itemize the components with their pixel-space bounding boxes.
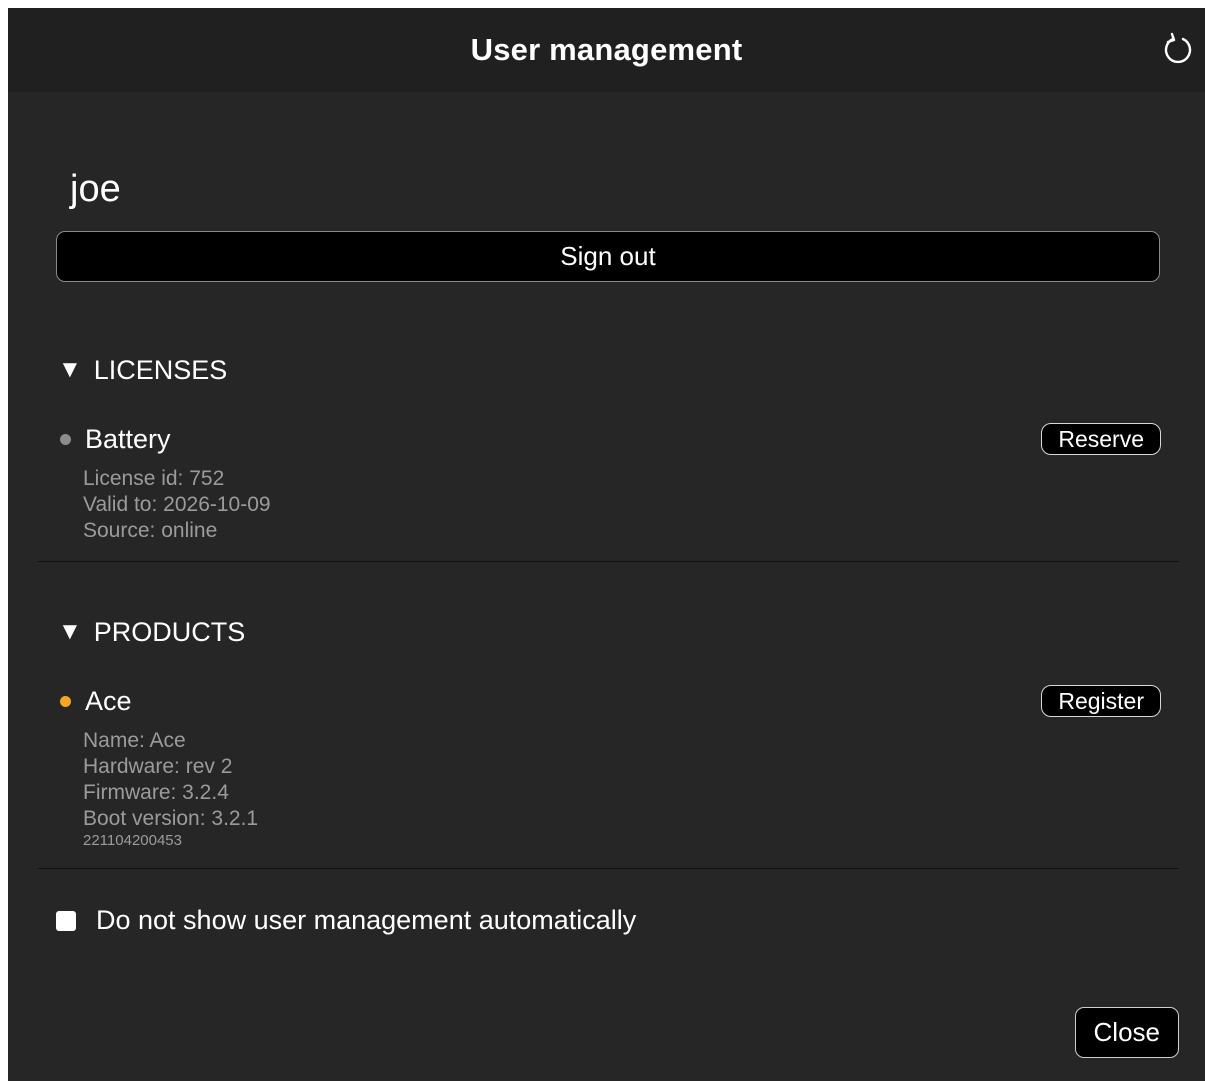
triangle-down-icon: ▼ — [58, 355, 82, 383]
licenses-section-header[interactable]: ▼ LICENSES — [58, 355, 227, 386]
products-section-title: PRODUCTS — [93, 617, 246, 647]
auto-show-checkbox[interactable] — [56, 910, 76, 931]
register-button[interactable]: Register — [1041, 685, 1161, 717]
username: joe — [70, 168, 121, 210]
licenses-section-title: LICENSES — [93, 355, 228, 385]
license-valid-to: Valid to: 2026-10-09 — [83, 493, 271, 516]
user-management-window: User management joe Sign out ▼ LICENSES … — [8, 8, 1205, 1081]
window-title: User management — [470, 32, 743, 67]
license-details: License id: 752 Valid to: 2026-10-09 Sou… — [83, 466, 271, 544]
triangle-down-icon: ▼ — [58, 617, 82, 645]
title-bar: User management — [8, 8, 1205, 92]
product-status-dot — [60, 696, 71, 707]
product-detail-name: Name: Ace — [83, 729, 186, 752]
sign-out-button[interactable]: Sign out — [56, 231, 1160, 282]
product-build-number: 221104200453 — [83, 832, 182, 849]
license-name: Battery — [85, 424, 171, 454]
refresh-icon[interactable] — [1159, 30, 1199, 70]
close-button[interactable]: Close — [1074, 1007, 1179, 1058]
product-item-ace: Ace — [58, 686, 132, 717]
license-id: License id: 752 — [83, 467, 225, 490]
product-name: Ace — [85, 686, 132, 716]
section-divider — [38, 868, 1179, 869]
license-status-dot — [60, 434, 71, 445]
product-detail-firmware: Firmware: 3.2.4 — [83, 781, 229, 804]
license-source: Source: online — [83, 519, 218, 542]
products-section-header[interactable]: ▼ PRODUCTS — [58, 617, 245, 648]
license-item-battery: Battery — [58, 424, 171, 455]
product-detail-boot-version: Boot version: 3.2.1 — [83, 807, 259, 830]
section-divider — [38, 561, 1179, 562]
auto-show-label[interactable]: Do not show user management automaticall… — [96, 905, 636, 936]
auto-show-option: Do not show user management automaticall… — [56, 905, 636, 936]
reserve-button[interactable]: Reserve — [1041, 423, 1161, 455]
product-details: Name: Ace Hardware: rev 2 Firmware: 3.2.… — [83, 728, 258, 850]
product-detail-hardware: Hardware: rev 2 — [83, 755, 233, 778]
